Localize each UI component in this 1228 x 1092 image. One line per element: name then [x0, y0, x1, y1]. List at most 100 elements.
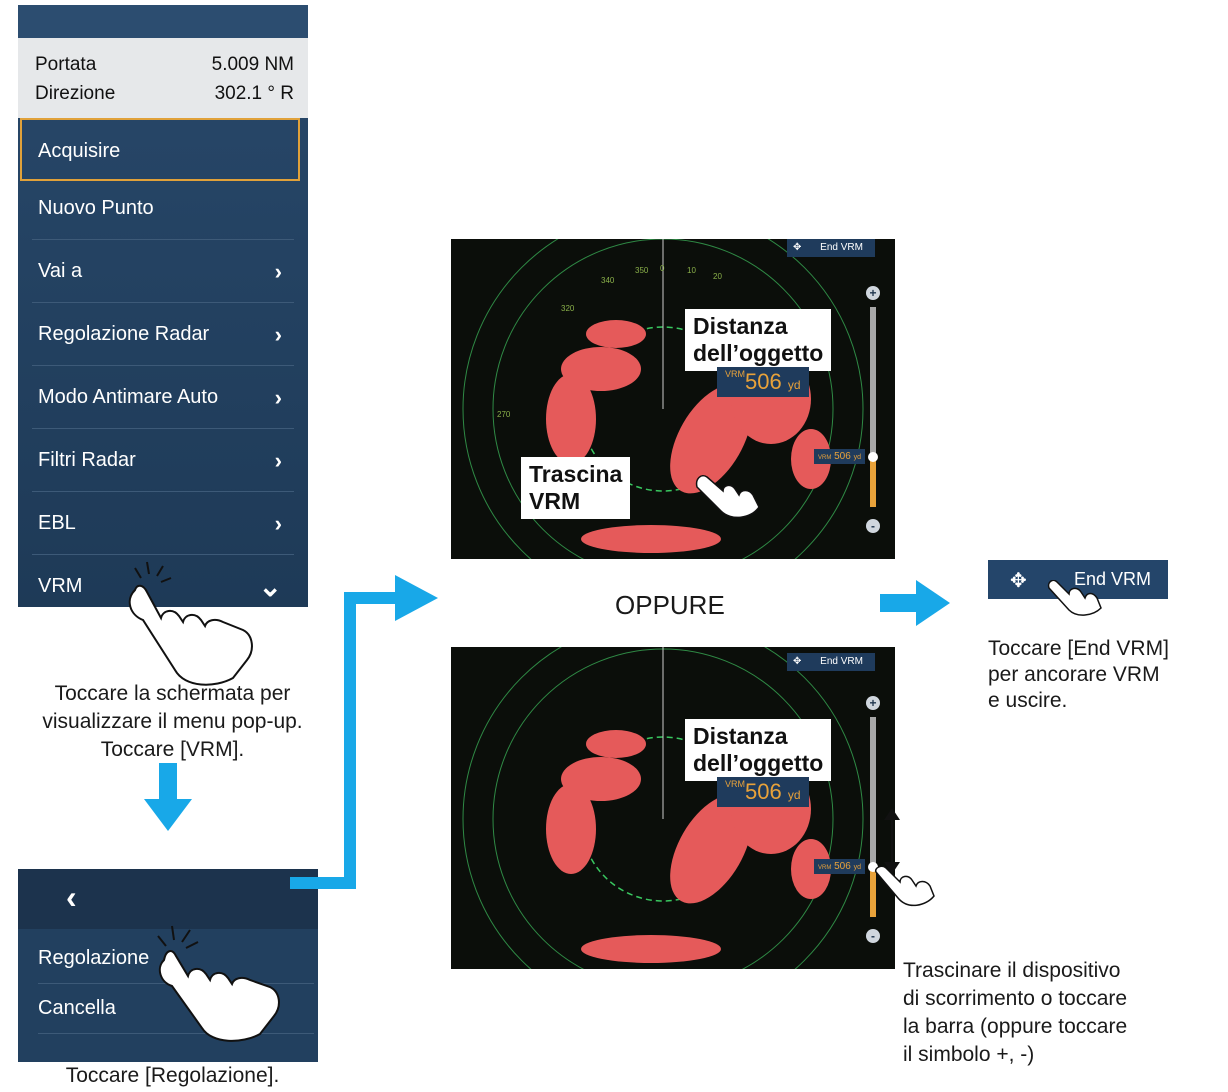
plus-button[interactable]: + — [866, 696, 880, 710]
double-arrow-icon — [884, 808, 900, 874]
plus-button[interactable]: + — [866, 286, 880, 300]
end-vrm-bar[interactable]: ✥ End VRM — [787, 239, 875, 257]
tap-hand-icon — [128, 561, 253, 686]
menu-item-label: Acquisire — [38, 140, 121, 162]
menu-item-regolazione-radar[interactable]: Regolazione Radar › — [32, 303, 294, 366]
end-vrm-label: End VRM — [820, 656, 863, 667]
menu-item-nuovo-punto[interactable]: Nuovo Punto — [32, 177, 294, 240]
callout-line: dell’oggetto — [693, 340, 824, 366]
bearing-label: 340 — [601, 276, 615, 285]
bearing-label: 10 — [687, 266, 696, 275]
bearing-label: 270 — [497, 410, 511, 419]
menu-item-label: Modo Antimare Auto — [38, 386, 219, 408]
chevron-right-icon: › — [274, 448, 282, 473]
bearing-label: Direzione — [35, 83, 116, 104]
vrm-value: 506 — [745, 369, 782, 394]
vrm-tag: VRM — [818, 455, 832, 461]
minus-button[interactable]: - — [866, 929, 880, 943]
vrm-value: 506 — [834, 861, 851, 872]
callout-line: Trascina — [529, 461, 623, 487]
callout-line: Distanza — [693, 723, 788, 749]
popup-header — [18, 5, 308, 38]
vrm-readout-small: VRM 506 yd — [814, 449, 865, 464]
vrm-unit: yd — [853, 864, 861, 871]
vrm-readout-large: VRM506 yd — [717, 777, 809, 807]
caption-line: e uscire. — [988, 689, 1068, 712]
arrow-right-icon — [880, 580, 950, 626]
caption-line: di scorrimento o toccare — [903, 987, 1128, 1010]
menu-item-ebl[interactable]: EBL › — [32, 492, 294, 555]
back-chevron-icon[interactable]: ‹ — [66, 879, 77, 916]
caption-end: Toccare [End VRM] per ancorare VRM e usc… — [988, 636, 1228, 714]
chevron-right-icon: › — [274, 322, 282, 347]
menu-item-label: EBL — [38, 512, 76, 534]
arrow-down-icon — [144, 763, 192, 831]
range-slider-fill — [870, 457, 876, 507]
bearing-value: 302.1 ° R — [214, 83, 294, 104]
caption-line: per ancorare VRM — [988, 663, 1160, 686]
move-arrows-icon: ✥ — [1010, 570, 1027, 592]
sub-menu-item-label: Cancella — [38, 997, 116, 1019]
minus-button[interactable]: - — [866, 519, 880, 533]
slider-knob[interactable] — [868, 452, 878, 462]
move-arrows-icon: ✥ — [793, 656, 802, 667]
radar-screen-top[interactable]: 350 0 10 20 340 320 270 ✥ End VRM + - VR… — [451, 239, 895, 559]
menu-item-modo-antimare-auto[interactable]: Modo Antimare Auto › — [32, 366, 294, 429]
chevron-right-icon: › — [274, 259, 282, 284]
bearing-label: 20 — [713, 272, 722, 281]
chevron-right-icon: › — [274, 511, 282, 536]
caption-line: il simbolo +, -) — [903, 1043, 1035, 1066]
caption-step2: Toccare [Regolazione]. — [65, 1064, 280, 1087]
vrm-tag: VRM — [725, 779, 745, 789]
caption-line: Toccare [End VRM] — [988, 637, 1169, 660]
move-arrows-icon: ✥ — [793, 242, 802, 253]
vrm-unit: yd — [853, 454, 861, 461]
range-value: 5.009 NM — [211, 54, 294, 75]
radar-display — [462, 647, 864, 969]
tap-hand-icon — [1047, 580, 1102, 616]
bearing-row: Direzione 302.1 ° R — [35, 83, 294, 107]
menu-item-filtri-radar[interactable]: Filtri Radar › — [32, 429, 294, 492]
oppure-label: OPPURE — [615, 590, 725, 620]
vrm-value: 506 — [745, 779, 782, 804]
callout-drag-vrm: Trascina VRM — [521, 457, 631, 519]
callout-distance: Distanza dell’oggetto — [685, 309, 832, 371]
vrm-value: 506 — [834, 451, 851, 462]
menu-item-vai-a[interactable]: Vai a › — [32, 240, 294, 303]
caption-line: la barra (oppure toccare — [903, 1015, 1128, 1038]
radar-screen-bottom[interactable]: ✥ End VRM + - VRM 506 yd Distanza dell’o… — [451, 647, 895, 969]
end-vrm-label: End VRM — [820, 242, 863, 253]
sub-menu-item-label: Regolazione — [38, 947, 150, 969]
vrm-readout-small: VRM 506 yd — [814, 859, 865, 874]
range-row: Portata 5.009 NM — [35, 54, 294, 78]
vrm-tag: VRM — [725, 369, 745, 379]
drag-hand-icon — [695, 475, 760, 519]
tap-hand-icon — [157, 925, 280, 1042]
menu-item-label: Filtri Radar — [38, 449, 136, 471]
menu-item-label: Vai a — [38, 260, 83, 282]
caption-slider: Trascinare il dispositivo di scorrimento… — [903, 957, 1193, 1069]
radar-display: 350 0 10 20 340 320 270 — [462, 239, 864, 559]
menu-item-acquisire[interactable]: Acquisire — [20, 118, 300, 181]
cursor-info-panel: Portata 5.009 NM Direzione 302.1 ° R — [18, 38, 308, 118]
vrm-tag: VRM — [818, 865, 832, 871]
menu-item-label: Regolazione Radar — [38, 323, 210, 345]
menu-item-label: VRM — [38, 575, 83, 597]
end-vrm-bar[interactable]: ✥ End VRM — [787, 653, 875, 671]
menu-item-label: Nuovo Punto — [38, 197, 154, 219]
range-label: Portata — [35, 54, 97, 75]
callout-line: Distanza — [693, 313, 788, 339]
caption-line: Trascinare il dispositivo — [903, 959, 1121, 982]
connector-arrow-icon — [290, 575, 438, 889]
bearing-label: 320 — [561, 304, 575, 313]
popup-menu: Portata 5.009 NM Direzione 302.1 ° R Acq… — [18, 5, 308, 607]
chevron-right-icon: › — [274, 385, 282, 410]
bearing-label: 0 — [660, 264, 665, 273]
callout-line: dell’oggetto — [693, 750, 824, 776]
callout-line: VRM — [529, 488, 581, 514]
vrm-unit: yd — [787, 378, 801, 392]
vrm-unit: yd — [787, 788, 801, 802]
vrm-readout-large: VRM506 yd — [717, 367, 809, 397]
bearing-label: 350 — [635, 266, 649, 275]
callout-distance: Distanza dell’oggetto — [685, 719, 832, 781]
